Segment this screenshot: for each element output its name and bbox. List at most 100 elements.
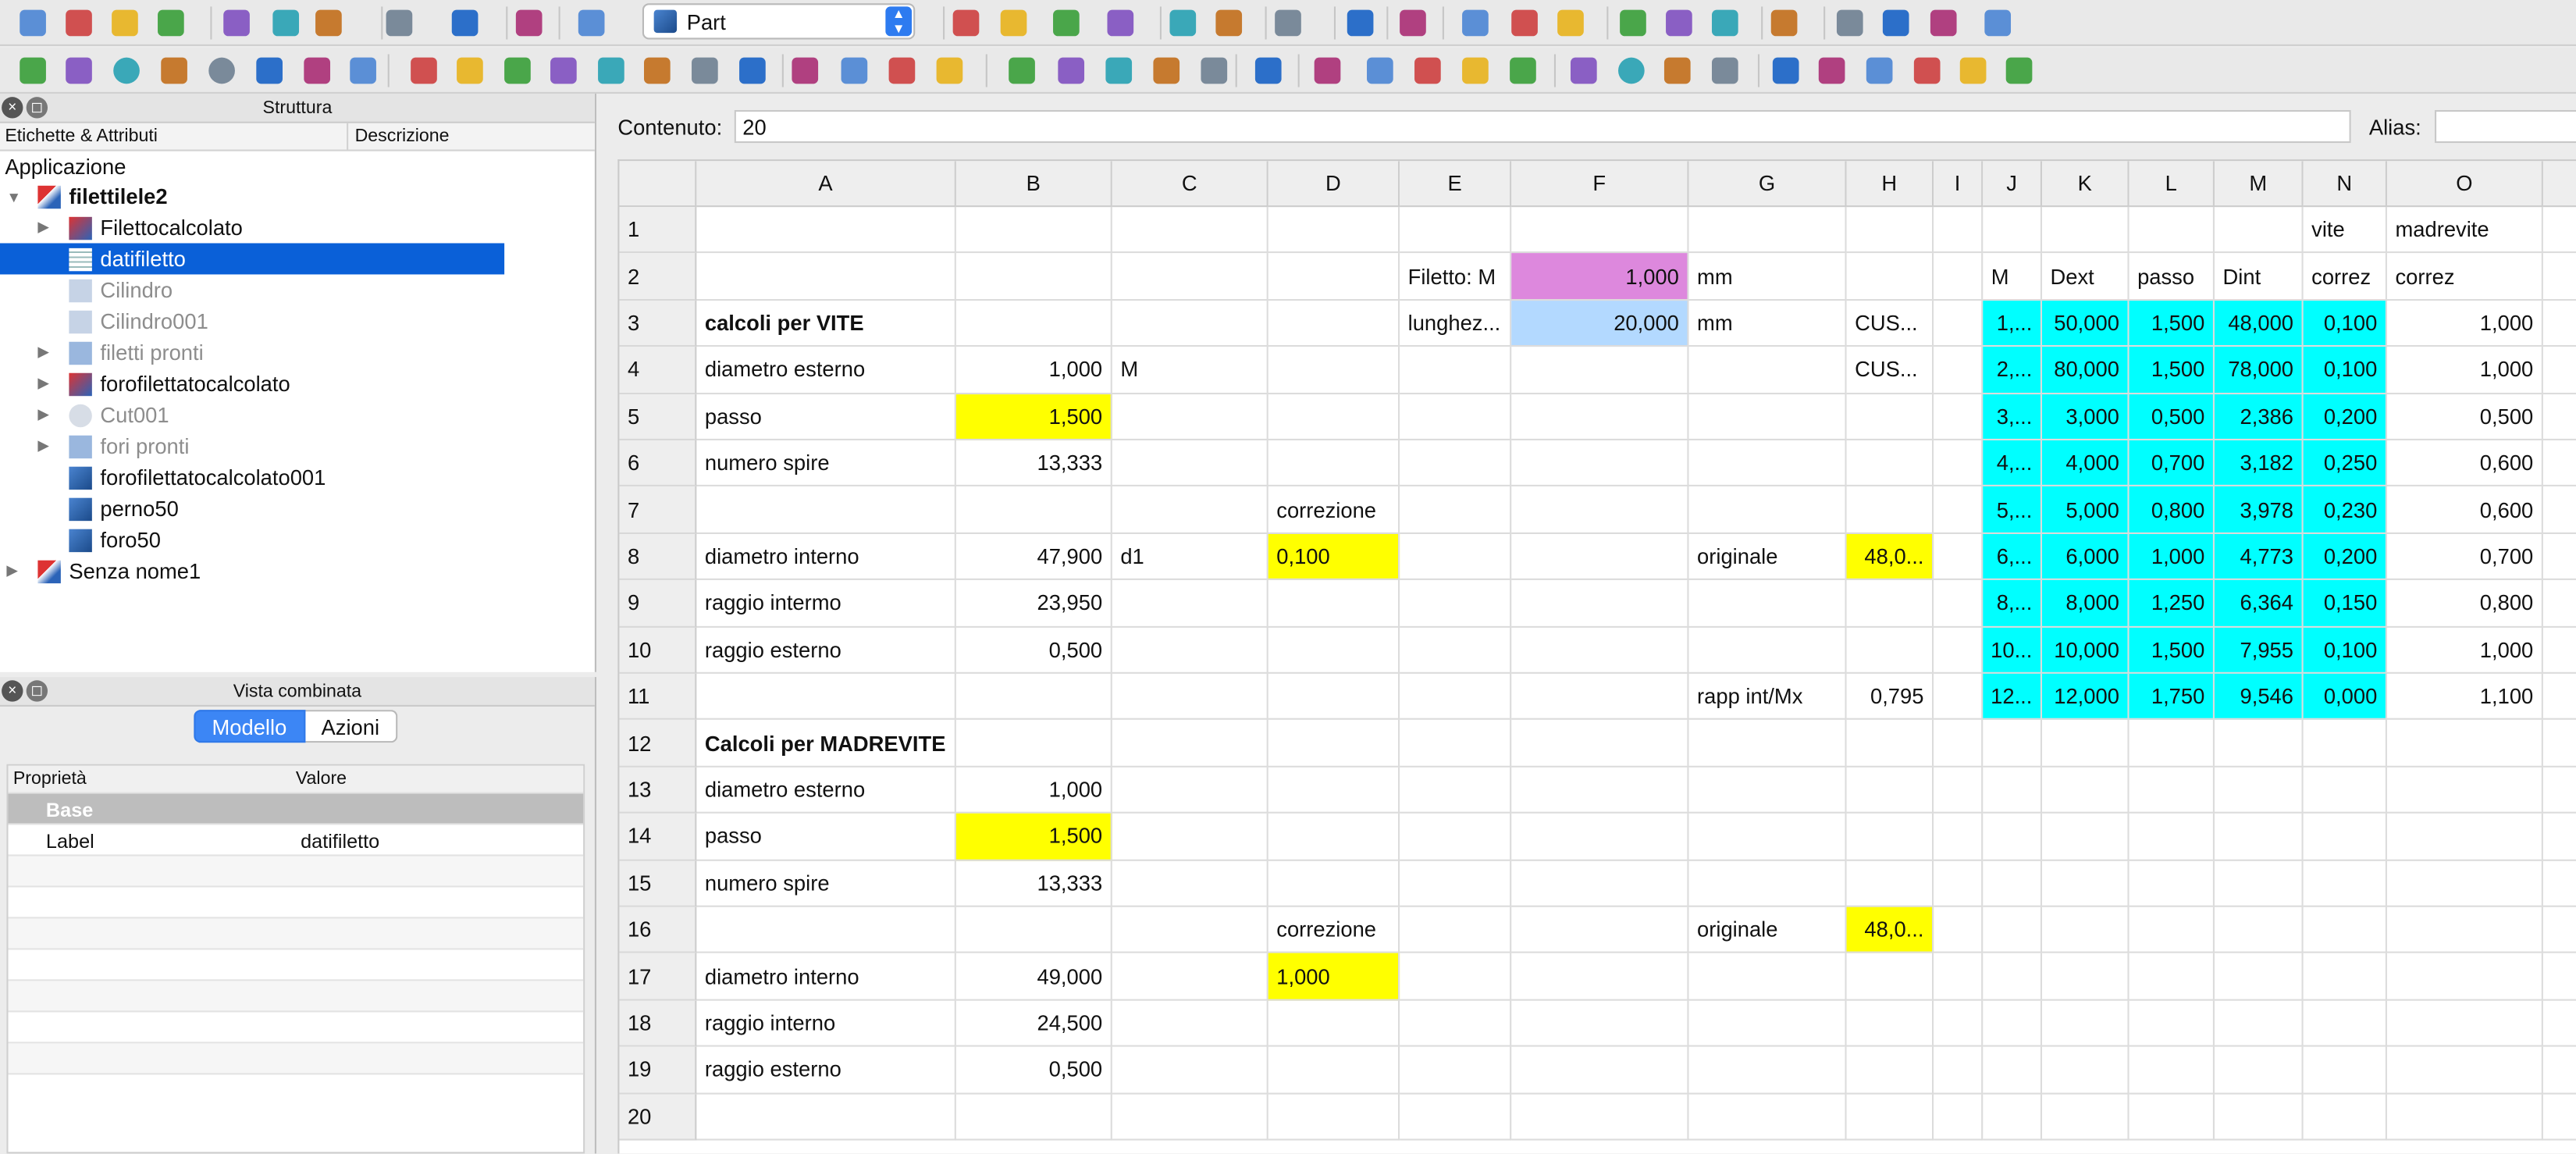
fillet-icon[interactable] (546, 52, 582, 88)
cell-e8[interactable] (1400, 533, 1512, 581)
cell-d7[interactable]: correzione (1268, 486, 1400, 534)
draw-style-icon[interactable] (1048, 5, 1084, 41)
section-icon[interactable] (836, 52, 872, 88)
cell-n14[interactable] (2303, 814, 2387, 860)
cell-b14[interactable]: 1,500 (955, 814, 1112, 860)
cell-c3[interactable] (1112, 300, 1268, 347)
cell-f18[interactable] (1511, 1000, 1689, 1048)
cell-o18[interactable] (2386, 1000, 2543, 1048)
cell-j5[interactable]: 3,... (1983, 394, 2043, 440)
cell-c14[interactable] (1112, 814, 1268, 860)
cell-n7[interactable]: 0,230 (2303, 486, 2387, 534)
cell-i14[interactable] (1934, 814, 1984, 860)
cell-n6[interactable]: 0,250 (2303, 440, 2387, 487)
join-icon[interactable] (1362, 52, 1398, 88)
cell-f16[interactable] (1511, 906, 1689, 954)
cell-m13[interactable] (2214, 767, 2304, 814)
cell-d3[interactable] (1268, 300, 1400, 347)
cylinder-icon[interactable] (61, 52, 97, 88)
row-header[interactable]: 5 (619, 394, 697, 440)
cell-l16[interactable] (2129, 906, 2215, 954)
cell-b5[interactable]: 1,500 (955, 394, 1112, 440)
cell-j2[interactable]: M (1983, 253, 2043, 301)
cell-b15[interactable]: 13,333 (955, 860, 1112, 907)
cell-d1[interactable] (1268, 207, 1400, 254)
expand-right-icon[interactable]: ▶ (37, 375, 49, 393)
cell-c18[interactable] (1112, 1000, 1268, 1048)
cell-i2[interactable] (1934, 253, 1984, 301)
cell-filler[interactable] (2542, 674, 2576, 721)
cell-i19[interactable] (1934, 1047, 1984, 1094)
cell-k16[interactable] (2042, 906, 2129, 954)
tab-model[interactable]: Modello (194, 710, 305, 743)
cell-c1[interactable] (1112, 207, 1268, 254)
column-header-k[interactable]: K (2042, 161, 2129, 208)
cell-filler[interactable] (2542, 487, 2576, 534)
cell-j15[interactable] (1983, 860, 2043, 907)
cell-h15[interactable] (1846, 860, 1934, 907)
cell-d9[interactable] (1268, 580, 1400, 628)
cell-l11[interactable]: 1,750 (2129, 673, 2215, 721)
cell-b6[interactable]: 13,333 (955, 440, 1112, 487)
column-header-n[interactable]: N (2303, 161, 2387, 208)
cell-f11[interactable] (1511, 673, 1689, 721)
cell-b13[interactable]: 1,000 (955, 767, 1112, 814)
cell-d16[interactable]: correzione (1268, 906, 1400, 954)
row-header[interactable]: 13 (619, 767, 697, 814)
tree-item[interactable]: perno50 (0, 493, 504, 524)
sheet-corner[interactable] (619, 161, 697, 208)
cell-k5[interactable]: 3,000 (2042, 394, 2129, 440)
tree-item[interactable]: ▶ fori pronti (0, 430, 504, 461)
cell-k13[interactable] (2042, 767, 2129, 814)
cell-e13[interactable] (1400, 767, 1512, 814)
expand-right-icon[interactable]: ▶ (37, 437, 49, 455)
row-header[interactable]: 12 (619, 720, 697, 768)
cell-h18[interactable] (1846, 1000, 1934, 1048)
cell-i17[interactable] (1934, 953, 1984, 1001)
cell-c8[interactable]: d1 (1112, 533, 1268, 581)
tree-item[interactable]: ▶ Senza nome1 (0, 555, 504, 586)
cell-o13[interactable] (2386, 767, 2543, 814)
cell-k8[interactable]: 6,000 (2042, 533, 2129, 581)
cell-g10[interactable] (1688, 627, 1847, 674)
cell-h19[interactable] (1846, 1047, 1934, 1094)
cell-m12[interactable] (2214, 720, 2304, 768)
cell-h1[interactable] (1846, 207, 1934, 254)
cell-n10[interactable]: 0,100 (2303, 627, 2387, 674)
back-icon[interactable] (1165, 5, 1201, 41)
compound-icon[interactable] (1101, 52, 1137, 88)
sweep-icon[interactable] (787, 52, 823, 88)
row-header[interactable]: 2 (619, 253, 697, 301)
cell-c5[interactable] (1112, 394, 1268, 440)
tree-item[interactable]: ▶ forofilettatocalcolato (0, 368, 504, 399)
cell-g9[interactable] (1688, 580, 1847, 628)
cell-filler[interactable] (2542, 534, 2576, 581)
spreadsheet-split-icon[interactable] (2001, 52, 2037, 88)
cell-filler[interactable] (2542, 440, 2576, 487)
cell-b1[interactable] (955, 207, 1112, 254)
spreadsheet-export-icon[interactable] (1909, 52, 1945, 88)
cell-a12[interactable]: Calcoli per MADREVITE (696, 720, 956, 768)
cell-i15[interactable] (1934, 860, 1984, 907)
column-header-j[interactable]: J (1983, 161, 2043, 208)
cell-i10[interactable] (1934, 627, 1984, 674)
tube-icon[interactable] (251, 52, 287, 88)
group-icon[interactable] (1878, 5, 1914, 41)
save-icon[interactable] (107, 5, 143, 41)
tree-item[interactable]: ▶ Cut001 (0, 399, 504, 430)
property-row-label[interactable]: Label datifiletto (8, 825, 584, 857)
cell-l2[interactable]: passo (2129, 253, 2215, 301)
thickness-icon[interactable] (1004, 52, 1040, 88)
cell-filler[interactable] (2542, 301, 2576, 347)
cell-k19[interactable] (2042, 1047, 2129, 1094)
chamfer-icon[interactable] (593, 52, 629, 88)
primitives-icon[interactable] (299, 52, 335, 88)
expand-right-icon[interactable]: ▶ (37, 344, 49, 362)
cell-e5[interactable] (1400, 394, 1512, 440)
cell-a16[interactable] (696, 906, 956, 954)
column-header-f[interactable]: F (1511, 161, 1689, 208)
cell-d4[interactable] (1268, 347, 1400, 394)
cell-a6[interactable]: numero spire (696, 440, 956, 487)
cell-a18[interactable]: raggio interno (696, 1000, 956, 1048)
tree-item[interactable]: ▶ filetti pronti (0, 337, 504, 368)
